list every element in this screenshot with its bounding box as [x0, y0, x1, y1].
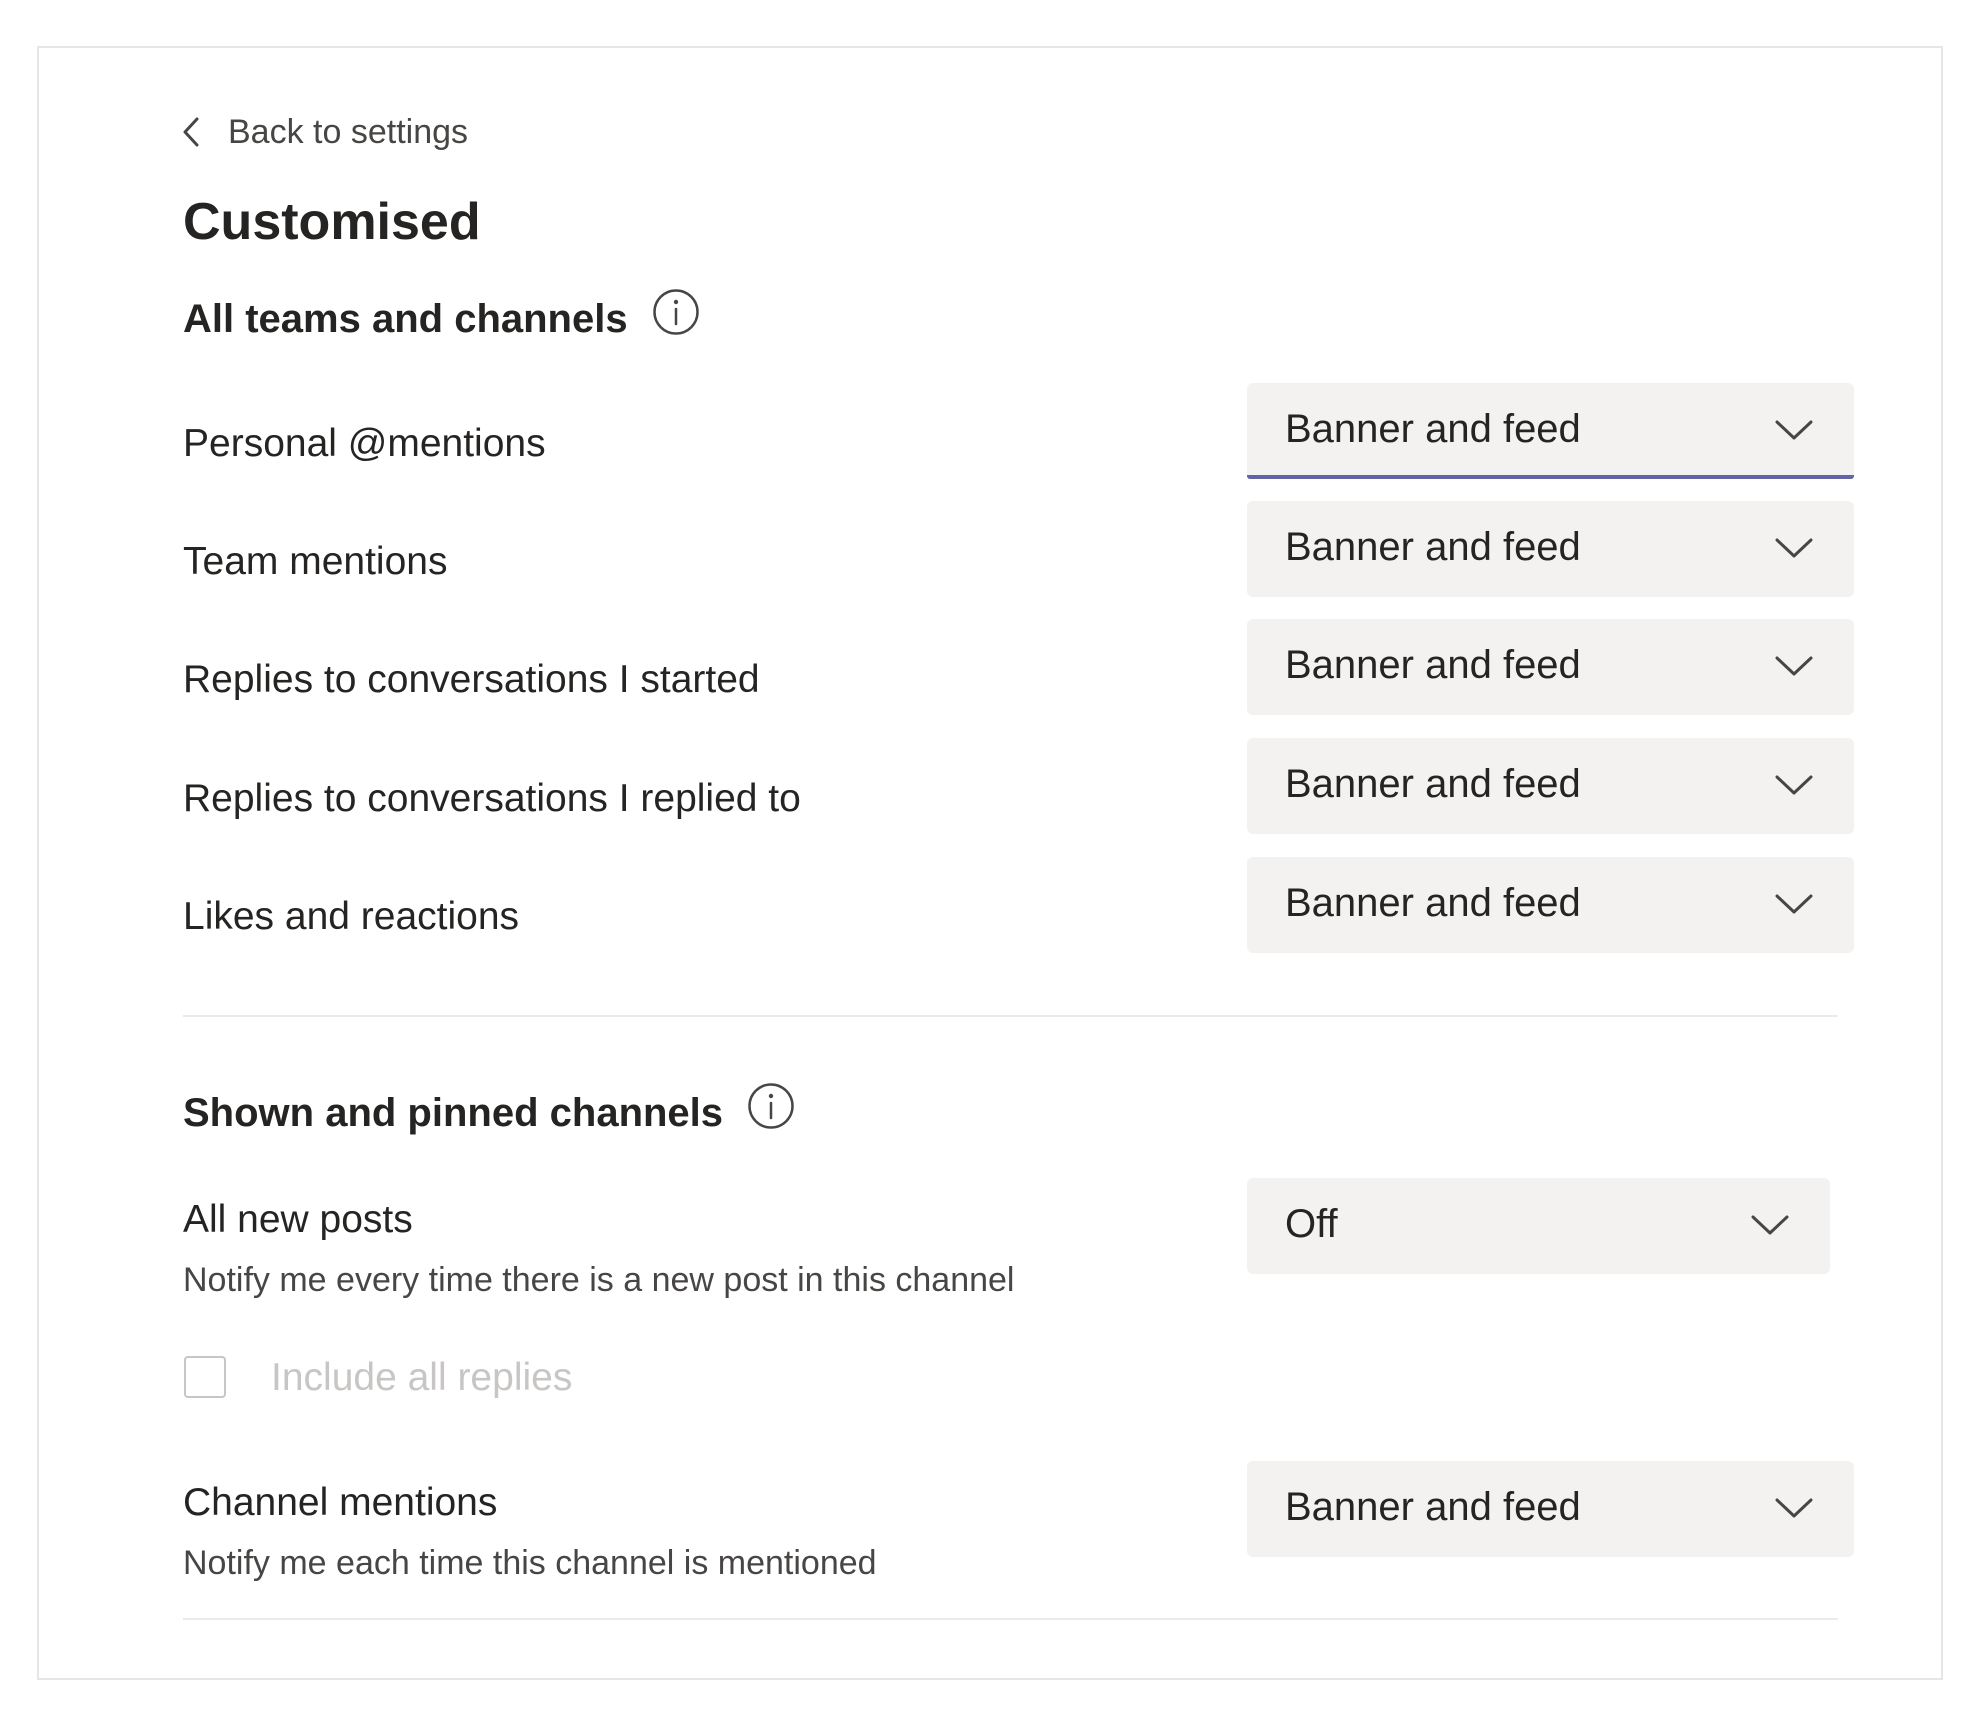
dropdown-value: Banner and feed [1285, 407, 1581, 451]
dropdown-value: Banner and feed [1285, 1485, 1581, 1529]
include-all-replies-checkbox[interactable] [184, 1356, 226, 1398]
chevron-down-icon [1774, 537, 1814, 564]
dropdown-replies-started[interactable]: Banner and feed [1247, 619, 1854, 715]
dropdown-value: Banner and feed [1285, 881, 1581, 925]
row-label-replies-started: Replies to conversations I started [183, 658, 760, 701]
section-title-all-teams: All teams and channels [183, 288, 700, 349]
row-description-all-new-posts: Notify me every time there is a new post… [183, 1261, 1015, 1299]
include-all-replies-label: Include all replies [271, 1356, 573, 1399]
dropdown-all-new-posts[interactable]: Off [1247, 1178, 1830, 1274]
chevron-down-icon [1774, 893, 1814, 920]
section-title-pinned-channels-label: Shown and pinned channels [183, 1090, 724, 1135]
chevron-down-icon [1774, 1497, 1814, 1524]
chevron-down-icon [1774, 419, 1814, 446]
dropdown-channel-mentions[interactable]: Banner and feed [1247, 1461, 1854, 1557]
back-to-settings-link[interactable]: Back to settings [180, 106, 468, 158]
page-title: Customised [183, 193, 481, 251]
chevron-left-icon [180, 114, 202, 150]
row-label-team-mentions: Team mentions [183, 540, 448, 583]
row-label-all-new-posts: All new posts [183, 1198, 413, 1241]
section-title-all-teams-label: All teams and channels [183, 296, 628, 341]
section-title-pinned-channels: Shown and pinned channels [183, 1082, 795, 1143]
row-description-channel-mentions: Notify me each time this channel is ment… [183, 1544, 877, 1582]
row-label-replies-replied: Replies to conversations I replied to [183, 777, 801, 820]
row-label-personal-mentions: Personal @mentions [183, 422, 546, 465]
info-icon[interactable] [747, 1082, 795, 1143]
section-divider [183, 1015, 1838, 1017]
dropdown-value: Banner and feed [1285, 762, 1581, 806]
back-to-settings-label: Back to settings [228, 112, 469, 151]
info-icon[interactable] [652, 288, 700, 349]
row-label-channel-mentions: Channel mentions [183, 1481, 498, 1524]
dropdown-likes-reactions[interactable]: Banner and feed [1247, 857, 1854, 953]
dropdown-team-mentions[interactable]: Banner and feed [1247, 501, 1854, 597]
dropdown-value: Off [1285, 1202, 1338, 1246]
chevron-down-icon [1774, 774, 1814, 801]
dropdown-personal-mentions[interactable]: Banner and feed [1247, 383, 1854, 479]
dropdown-value: Banner and feed [1285, 643, 1581, 687]
chevron-down-icon [1750, 1214, 1790, 1241]
dropdown-replies-replied[interactable]: Banner and feed [1247, 738, 1854, 834]
section-divider [183, 1618, 1838, 1620]
row-label-likes-reactions: Likes and reactions [183, 895, 520, 938]
chevron-down-icon [1774, 655, 1814, 682]
dropdown-value: Banner and feed [1285, 525, 1581, 569]
